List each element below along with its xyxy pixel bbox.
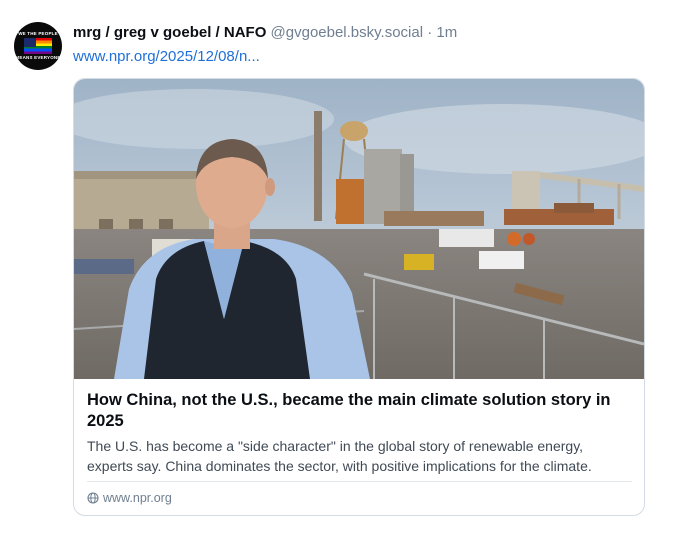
card-title[interactable]: How China, not the U.S., became the main… <box>87 390 632 432</box>
avatar-text-top: WE THE PEOPLE <box>18 31 58 36</box>
post-link[interactable]: www.npr.org/2025/12/08/n... <box>73 47 260 67</box>
card-divider <box>87 481 632 482</box>
display-name[interactable]: mrg / greg v goebel / NAFO <box>73 24 266 41</box>
card-description: The U.S. has become a "side character" i… <box>87 438 592 474</box>
handle[interactable]: @gvgoebel.bsky.social <box>271 24 424 41</box>
card-thumbnail-image <box>74 79 644 379</box>
card-source: www.npr.org <box>87 489 172 507</box>
card-source-domain: www.npr.org <box>103 491 172 505</box>
post-header: mrg / greg v goebel / NAFO @gvgoebel.bsk… <box>73 23 457 43</box>
avatar[interactable]: WE THE PEOPLE MEANS EVERYONE <box>14 22 62 70</box>
flag-icon <box>24 38 52 54</box>
separator: · <box>427 24 433 41</box>
post-time[interactable]: 1m <box>436 24 457 41</box>
link-card[interactable]: How China, not the U.S., became the main… <box>73 78 645 516</box>
avatar-text-bottom: MEANS EVERYONE <box>15 55 61 60</box>
globe-icon <box>87 492 99 504</box>
